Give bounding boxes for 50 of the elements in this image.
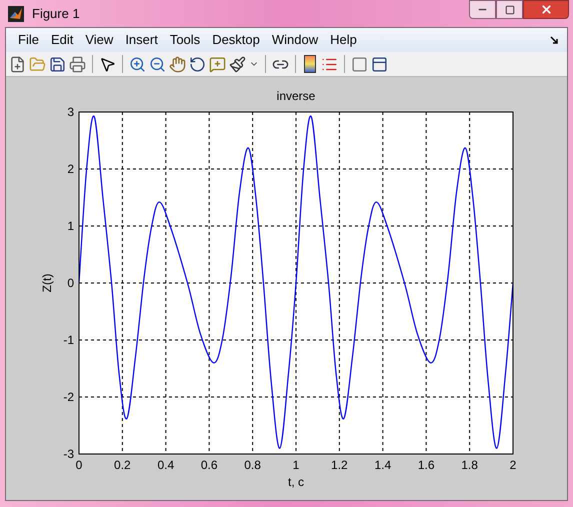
close-icon <box>540 3 552 16</box>
colorbar-icon[interactable] <box>304 55 316 73</box>
pointer-icon[interactable] <box>99 56 116 72</box>
y-tick-label: 2 <box>67 162 74 176</box>
save-icon[interactable] <box>49 56 66 72</box>
x-tick-label: 1.8 <box>461 458 478 472</box>
brush-icon[interactable] <box>229 56 246 72</box>
square-icon[interactable] <box>351 56 368 72</box>
menu-item[interactable]: Window <box>266 30 324 50</box>
menu-item[interactable]: File <box>12 30 45 50</box>
y-tick-label: 1 <box>67 219 74 233</box>
menu-item[interactable]: Tools <box>164 30 206 50</box>
y-tick-label: 0 <box>67 276 74 290</box>
y-tick-label: -2 <box>63 390 74 404</box>
chart-title: inverse <box>276 89 316 103</box>
maximize-button[interactable] <box>496 0 523 19</box>
x-tick-label: 0.8 <box>244 458 261 472</box>
x-axis-label: t, c <box>288 475 304 489</box>
y-tick-label: -1 <box>63 333 74 347</box>
x-tick-label: 2 <box>510 458 516 472</box>
data-cursor-icon[interactable] <box>209 56 226 72</box>
y-tick-label: 3 <box>67 105 74 119</box>
x-tick-label: 1.6 <box>418 458 435 472</box>
maximize-icon <box>504 4 514 14</box>
dock-arrow-icon <box>550 36 559 44</box>
x-tick-label: 1.2 <box>331 458 348 472</box>
close-button[interactable] <box>523 0 569 19</box>
y-axis-label: Z(t) <box>40 274 54 292</box>
panel-icon[interactable] <box>371 56 388 72</box>
menu-item[interactable]: Insert <box>119 30 164 50</box>
x-tick-label: 1 <box>292 458 300 472</box>
app-logo-icon <box>8 6 24 22</box>
hand-icon[interactable] <box>169 56 186 72</box>
zoom-out-icon[interactable] <box>149 56 166 72</box>
window-title: Figure 1 <box>32 4 80 23</box>
new-file-icon[interactable] <box>9 56 26 72</box>
y-tick-label: -3 <box>63 447 74 461</box>
printer-icon[interactable] <box>69 56 86 72</box>
x-tick-label: 0.4 <box>157 458 174 472</box>
x-tick-label: 0 <box>76 458 82 472</box>
menu-item[interactable]: Edit <box>44 30 80 50</box>
x-tick-label: 1.4 <box>374 458 392 472</box>
zoom-in-icon[interactable] <box>129 56 146 72</box>
menu-item[interactable]: View <box>79 30 120 50</box>
rotate-icon[interactable] <box>189 56 206 72</box>
minimize-button[interactable] <box>469 0 496 19</box>
menu-item[interactable]: Desktop <box>206 30 266 50</box>
x-tick-label: 0.6 <box>200 458 218 472</box>
x-tick-label: 0.2 <box>114 458 131 472</box>
menu-item[interactable]: Help <box>324 30 363 50</box>
